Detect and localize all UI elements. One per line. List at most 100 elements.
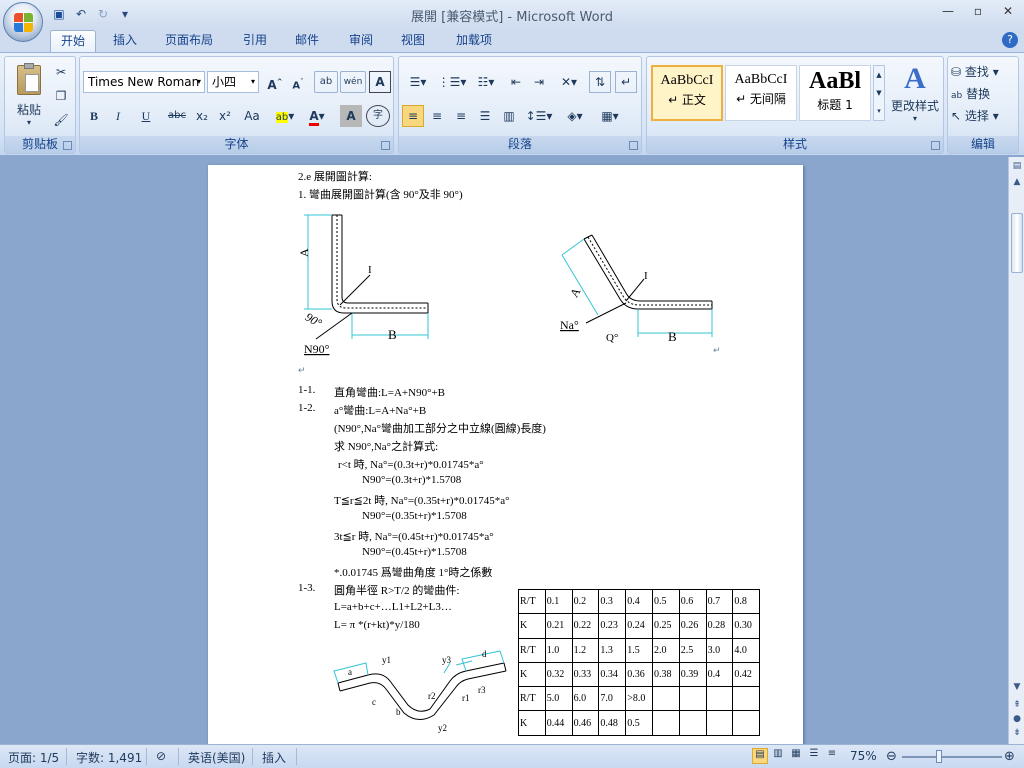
sort-icon[interactable]: ⇅ bbox=[589, 71, 611, 93]
replace-button[interactable]: ab 替换 bbox=[950, 83, 1016, 105]
insert-mode[interactable]: 插入 bbox=[262, 749, 286, 766]
zoom-slider[interactable] bbox=[902, 750, 1002, 763]
bold-button[interactable]: B bbox=[83, 105, 105, 127]
line-spacing-icon[interactable]: ↕☰▾ bbox=[523, 105, 555, 127]
tab-mailings[interactable]: 邮件 bbox=[288, 30, 326, 52]
cut-icon[interactable]: ✂ bbox=[51, 61, 71, 83]
scroll-up-icon[interactable]: ▲ bbox=[1010, 175, 1024, 189]
help-icon[interactable]: ? bbox=[1002, 32, 1018, 48]
formula-line: N90°=(0.35t+r)*1.5708 bbox=[362, 510, 467, 522]
tab-page-layout[interactable]: 页面布局 bbox=[158, 30, 220, 52]
select-button[interactable]: ↖ 选择 ▾ bbox=[950, 105, 1016, 127]
vertical-scrollbar[interactable]: ▤ ▲ ▼ ⇞ ● ⇟ bbox=[1008, 157, 1024, 744]
underline-button[interactable]: U bbox=[131, 105, 161, 127]
tab-view[interactable]: 视图 bbox=[394, 30, 432, 52]
shading-icon[interactable]: ◈▾ bbox=[559, 105, 591, 127]
table-cell: 4.0 bbox=[732, 637, 761, 663]
ruler-toggle-icon[interactable]: ▤ bbox=[1010, 159, 1024, 173]
align-left-icon[interactable]: ≡ bbox=[402, 105, 424, 127]
select-label: 选择 bbox=[964, 109, 989, 123]
paste-button[interactable]: 粘贴 ▾ bbox=[11, 61, 47, 131]
minimize-button[interactable]: — bbox=[938, 4, 958, 18]
phonetic-guide-button[interactable]: wén bbox=[340, 71, 366, 93]
styles-launcher-icon[interactable] bbox=[931, 141, 940, 150]
previous-page-icon[interactable]: ⇞ bbox=[1010, 698, 1024, 712]
tab-home[interactable]: 开始 bbox=[50, 30, 96, 52]
shrink-font-button[interactable]: Aˇ bbox=[287, 71, 309, 93]
word-count[interactable]: 字数: 1,491 bbox=[76, 749, 142, 766]
fig3-label-y1: y1 bbox=[382, 655, 391, 665]
borders-icon[interactable]: ▦▾ bbox=[594, 105, 626, 127]
scroll-down-icon[interactable]: ▼ bbox=[1010, 680, 1024, 694]
fig1-label-angle: 90° bbox=[303, 310, 325, 331]
outline-icon[interactable]: ☰ bbox=[806, 748, 822, 764]
zoom-out-icon[interactable]: ⊖ bbox=[886, 749, 897, 764]
table-cell: 1.5 bbox=[625, 637, 653, 663]
chinese-layout-icon[interactable]: ✕▾ bbox=[554, 71, 584, 93]
office-button[interactable] bbox=[3, 2, 43, 42]
highlight-button[interactable]: ab▾ bbox=[270, 105, 300, 127]
close-button[interactable]: ✕ bbox=[998, 4, 1018, 18]
paragraph-launcher-icon[interactable] bbox=[629, 141, 638, 150]
print-layout-icon[interactable]: ▤ bbox=[752, 748, 768, 764]
italic-button[interactable]: I bbox=[107, 105, 129, 127]
bullets-icon[interactable]: ☰▾ bbox=[402, 71, 434, 93]
proofing-icon[interactable]: ⊘ bbox=[156, 749, 166, 763]
full-screen-reading-icon[interactable]: ▥ bbox=[770, 748, 786, 764]
tab-references[interactable]: 引用 bbox=[236, 30, 274, 52]
restore-button[interactable]: ▫ bbox=[968, 4, 988, 18]
view-buttons: ▤ ▥ ▦ ☰ ≡ bbox=[752, 748, 840, 764]
zoom-level[interactable]: 75% bbox=[850, 749, 877, 763]
align-center-icon[interactable]: ≡ bbox=[426, 105, 448, 127]
find-button[interactable]: ⛁ 查找 ▾ bbox=[950, 61, 1016, 83]
font-name-select[interactable]: Times New Roman ▾ bbox=[83, 71, 205, 93]
strikethrough-button[interactable]: abc bbox=[164, 105, 190, 127]
char-border-button[interactable]: A bbox=[369, 71, 391, 93]
multilevel-list-icon[interactable]: ☷▾ bbox=[470, 71, 502, 93]
next-page-icon[interactable]: ⇟ bbox=[1010, 726, 1024, 740]
fig3-label-y2: y2 bbox=[438, 723, 447, 733]
subscript-button[interactable]: x₂ bbox=[191, 105, 213, 127]
style-name: 标题 1 bbox=[817, 98, 853, 112]
clipboard-launcher-icon[interactable] bbox=[63, 141, 72, 150]
align-right-icon[interactable]: ≡ bbox=[450, 105, 472, 127]
fig2-label-na: Na° bbox=[560, 318, 579, 332]
superscript-button[interactable]: x² bbox=[214, 105, 236, 127]
browse-object-icon[interactable]: ● bbox=[1010, 712, 1024, 726]
justify-icon[interactable]: ☰ bbox=[474, 105, 496, 127]
distributed-icon[interactable]: ▥ bbox=[498, 105, 520, 127]
tab-review[interactable]: 审阅 bbox=[342, 30, 380, 52]
web-layout-icon[interactable]: ▦ bbox=[788, 748, 804, 764]
grow-font-button[interactable]: A^ bbox=[264, 71, 286, 93]
zoom-in-icon[interactable]: ⊕ bbox=[1004, 749, 1015, 764]
increase-indent-icon[interactable]: ⇥ bbox=[528, 71, 550, 93]
editing-group: ⛁ 查找 ▾ ab 替换 ↖ 选择 ▾ 编辑 bbox=[947, 56, 1019, 154]
show-marks-icon[interactable]: ↵ bbox=[615, 71, 637, 93]
font-size-select[interactable]: 小四 ▾ bbox=[207, 71, 259, 93]
font-launcher-icon[interactable] bbox=[381, 141, 390, 150]
tab-insert[interactable]: 插入 bbox=[106, 30, 144, 52]
change-case-button[interactable]: Aa bbox=[237, 105, 267, 127]
style-normal[interactable]: AaBbCcI ↵ 正文 bbox=[651, 65, 723, 121]
document-page[interactable]: 2.e 展開圖計算: 1. 彎曲展開圖計算(含 90°及非 90°) A I 9… bbox=[208, 165, 803, 744]
format-painter-icon[interactable]: 🖌 bbox=[51, 109, 71, 131]
scroll-thumb[interactable] bbox=[1011, 213, 1023, 273]
styles-scroll[interactable]: ▲ ▼ ▾ bbox=[873, 65, 885, 121]
table-cell: R/T bbox=[518, 588, 546, 615]
document-area[interactable]: 2.e 展開圖計算: 1. 彎曲展開圖計算(含 90°及非 90°) A I 9… bbox=[0, 157, 1008, 744]
numbering-icon[interactable]: ⋮☰▾ bbox=[436, 71, 468, 93]
enclose-char-button[interactable]: 字 bbox=[366, 105, 390, 127]
draft-icon[interactable]: ≡ bbox=[824, 748, 840, 764]
style-no-spacing[interactable]: AaBbCcI ↵ 无间隔 bbox=[725, 65, 797, 121]
char-shading-button[interactable]: A bbox=[340, 105, 362, 127]
zoom-slider-thumb[interactable] bbox=[936, 750, 942, 763]
language[interactable]: 英语(美国) bbox=[188, 749, 245, 766]
change-styles-button[interactable]: A 更改样式 ▾ bbox=[887, 61, 943, 135]
font-color-button[interactable]: A▾ bbox=[302, 105, 332, 127]
decrease-indent-icon[interactable]: ⇤ bbox=[505, 71, 527, 93]
copy-icon[interactable]: ❐ bbox=[51, 85, 71, 107]
tab-addins[interactable]: 加载项 bbox=[446, 30, 502, 52]
style-heading-1[interactable]: AaBl 标题 1 bbox=[799, 65, 871, 121]
page-count[interactable]: 页面: 1/5 bbox=[8, 749, 59, 766]
clear-format-icon[interactable]: ab bbox=[314, 71, 338, 93]
